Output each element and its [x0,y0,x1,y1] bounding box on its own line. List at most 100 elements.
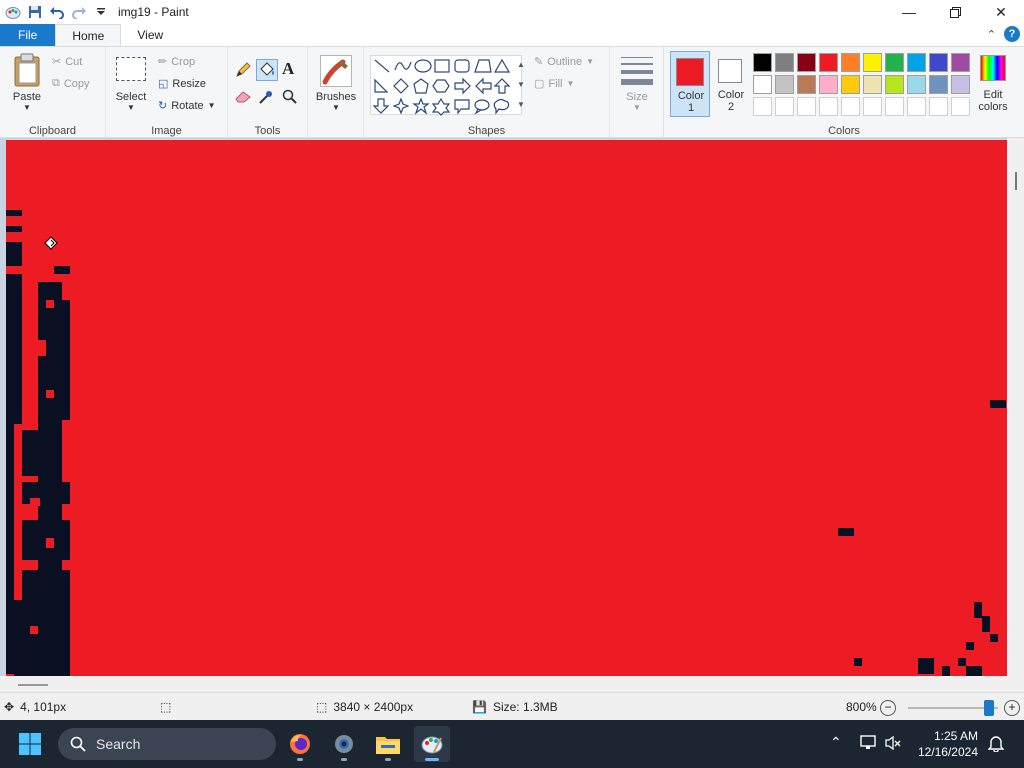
taskbar-search[interactable]: Search [58,728,276,760]
horizontal-scrollbar[interactable] [0,676,1024,692]
palette-swatch[interactable] [775,97,794,116]
save-icon[interactable] [26,3,44,21]
cloud-callout-shape-icon[interactable] [493,98,510,115]
palette-swatch[interactable] [841,75,860,94]
volume-muted-icon[interactable] [884,735,902,753]
down-arrow-shape-icon[interactable] [372,98,390,114]
palette-swatch[interactable] [797,75,816,94]
canvas-workspace[interactable] [0,138,1024,692]
palette-swatch[interactable] [819,53,838,72]
zoom-out-button[interactable]: − [880,700,896,716]
notification-bell-icon[interactable] [987,734,1006,754]
tab-file[interactable]: File [0,24,56,46]
curve-shape-icon[interactable] [394,61,412,71]
palette-swatch[interactable] [753,53,772,72]
color-picker-icon[interactable] [258,89,278,107]
left-arrow-shape-icon[interactable] [475,77,492,95]
oval-shape-icon[interactable] [414,59,432,73]
color1-button[interactable]: Color 1 [670,51,710,117]
palette-swatch[interactable] [797,53,816,72]
brushes-button[interactable]: Brushes ▼ [314,53,358,115]
shapes-scroll[interactable]: ▲ ▼ ▼ [516,55,526,115]
taskbar-clock[interactable]: 1:25 AM 12/16/2024 [918,728,978,760]
taskbar-paint[interactable] [414,726,450,762]
vertical-scroll-thumb[interactable] [1015,172,1017,190]
cut-button[interactable]: ✂ Cut [52,55,82,69]
pencil-icon[interactable] [234,61,254,81]
line-shape-icon[interactable] [374,59,390,73]
palette-swatch[interactable] [885,97,904,116]
crop-button[interactable]: ✏ Crop [158,55,195,69]
magnifier-icon[interactable] [282,89,302,107]
palette-swatch[interactable] [863,53,882,72]
right-arrow-shape-icon[interactable] [454,77,471,95]
outline-button[interactable]: ✎ Outline ▼ [534,55,594,69]
paste-button[interactable]: Paste ▼ [8,53,46,115]
hexagon-shape-icon[interactable] [432,79,450,93]
five-point-star-shape-icon[interactable] [412,97,430,115]
resize-button[interactable]: ◱ Resize [158,77,206,91]
network-icon[interactable] [860,735,878,753]
maximize-button[interactable] [932,0,978,24]
palette-swatch[interactable] [863,97,882,116]
diamond-shape-icon[interactable] [393,78,409,94]
help-icon[interactable]: ? [1004,26,1020,42]
palette-swatch[interactable] [907,53,926,72]
four-point-star-shape-icon[interactable] [392,97,410,115]
palette-swatch[interactable] [819,75,838,94]
zoom-in-button[interactable]: + [1004,700,1020,716]
start-button[interactable] [18,732,42,756]
vertical-scrollbar[interactable] [1007,138,1024,676]
triangle-shape-icon[interactable] [493,58,511,73]
pentagon-shape-icon[interactable] [413,78,429,94]
palette-swatch[interactable] [951,97,970,116]
palette-swatch[interactable] [885,75,904,94]
six-point-star-shape-icon[interactable] [431,97,451,116]
palette-swatch[interactable] [819,97,838,116]
palette-swatch[interactable] [841,53,860,72]
minimize-button[interactable]: — [886,0,932,24]
up-arrow-shape-icon[interactable] [493,78,511,94]
zoom-slider-thumb[interactable] [984,700,994,716]
edit-colors-button[interactable]: Edit colors [976,53,1010,119]
palette-swatch[interactable] [841,97,860,116]
copy-button[interactable]: ⧉ Copy [52,77,90,90]
palette-swatch[interactable] [885,53,904,72]
zoom-slider[interactable] [908,700,998,716]
customize-qa-icon[interactable] [92,3,110,21]
palette-swatch[interactable] [775,75,794,94]
rounded-rectangle-shape-icon[interactable] [454,59,470,73]
oval-callout-shape-icon[interactable] [474,99,490,115]
color2-button[interactable]: Color 2 [712,51,750,117]
rectangle-shape-icon[interactable] [434,59,450,73]
collapse-ribbon-icon[interactable]: ⌃ [987,28,996,41]
show-hidden-icons-button[interactable]: ⌃ [830,734,846,754]
palette-swatch[interactable] [929,75,948,94]
palette-swatch[interactable] [907,97,926,116]
tab-view[interactable]: View [121,24,179,46]
palette-swatch[interactable] [775,53,794,72]
taskbar-file-explorer[interactable] [370,726,406,762]
drawing-canvas[interactable] [6,140,1007,676]
palette-swatch[interactable] [753,97,772,116]
palette-swatch[interactable] [797,97,816,116]
palette-swatch[interactable] [753,75,772,94]
palette-swatch[interactable] [951,75,970,94]
horizontal-scroll-thumb[interactable] [18,684,48,686]
tab-home[interactable]: Home [55,24,122,46]
size-button[interactable]: Size ▼ [618,53,656,115]
palette-swatch[interactable] [951,53,970,72]
rotate-button[interactable]: ↻ Rotate ▼ [158,99,216,113]
fill-button[interactable]: ▢ Fill ▼ [534,77,574,91]
rounded-callout-shape-icon[interactable] [454,99,470,115]
polygon-shape-icon[interactable] [474,59,492,73]
fill-bucket-icon[interactable] [256,59,278,81]
select-button[interactable]: Select ▼ [114,55,148,117]
taskbar-settings[interactable] [326,726,362,762]
palette-swatch[interactable] [929,53,948,72]
taskbar-firefox[interactable] [282,726,318,762]
right-triangle-shape-icon[interactable] [374,78,389,93]
palette-swatch[interactable] [907,75,926,94]
eraser-icon[interactable] [234,89,254,107]
palette-swatch[interactable] [863,75,882,94]
